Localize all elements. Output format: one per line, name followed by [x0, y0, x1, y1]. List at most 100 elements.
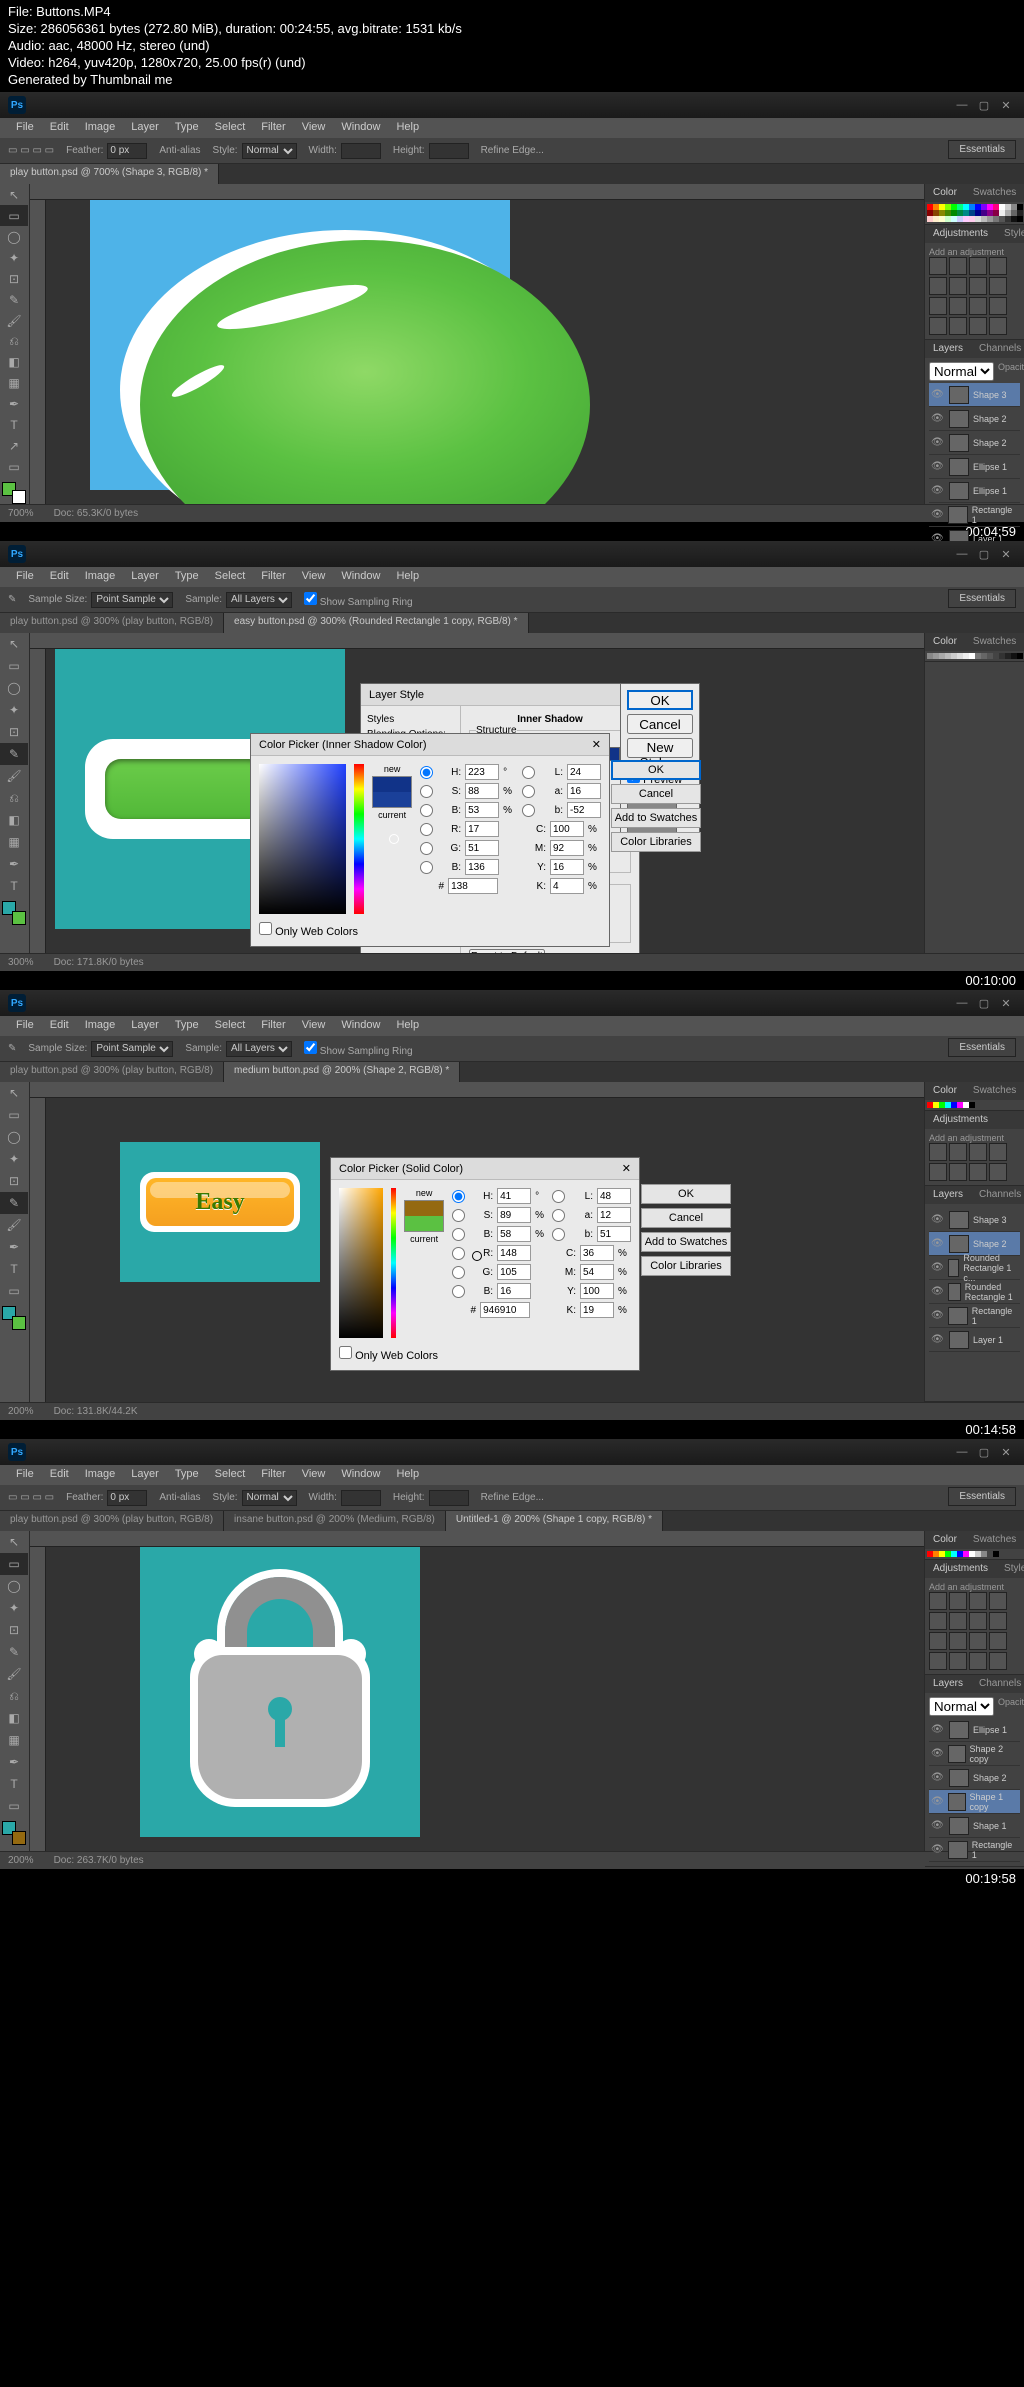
pen-tool-icon[interactable]: ✒ [0, 1236, 28, 1258]
text-tool-icon[interactable]: T [0, 875, 28, 897]
marquee-tool-icon[interactable]: ▭ [0, 205, 28, 226]
color-libraries-button[interactable]: Color Libraries [611, 832, 701, 852]
gradient-tool-icon[interactable]: ▦ [0, 1729, 28, 1751]
menu-window[interactable]: Window [333, 118, 388, 138]
style-select[interactable]: Normal [242, 143, 297, 159]
visibility-icon[interactable]: 👁 [931, 1820, 945, 1831]
brush-tool-icon[interactable]: 🖌 [0, 310, 28, 331]
layer-row[interactable]: 👁Shape 1 [929, 1814, 1020, 1838]
clone-tool-icon[interactable]: ⎌ [0, 1685, 28, 1707]
swatches-tab[interactable]: Swatches [965, 184, 1024, 202]
layer-row[interactable]: 👁Rounded Rectangle 1 [929, 1280, 1020, 1304]
menu-select[interactable]: Select [207, 1016, 254, 1036]
a-input[interactable] [567, 783, 601, 799]
lasso-tool-icon[interactable]: ◯ [0, 1575, 28, 1597]
k-input[interactable] [550, 878, 584, 894]
color-libraries-button[interactable]: Color Libraries [641, 1256, 731, 1276]
workspace-switcher[interactable]: Essentials [948, 589, 1016, 608]
text-tool-icon[interactable]: T [0, 415, 28, 436]
s-input[interactable] [465, 783, 499, 799]
canvas[interactable]: Easy Color Picker (Solid Color)✕ new cur… [30, 1082, 924, 1402]
g-radio[interactable] [452, 1266, 465, 1279]
path-tool-icon[interactable]: ↗ [0, 436, 28, 457]
channels-tab[interactable]: Channels [971, 340, 1024, 358]
tab[interactable]: play button.psd @ 300% (play button, RGB… [0, 1511, 224, 1531]
m-input[interactable] [580, 1264, 614, 1280]
layer-row[interactable]: 👁Shape 3 [929, 1208, 1020, 1232]
show-ring-check[interactable]: Show Sampling Ring [304, 592, 413, 608]
close-button[interactable]: ✕ [996, 995, 1016, 1011]
layer-row[interactable]: 👁Shape 3 [929, 383, 1020, 407]
eyedropper-tool-icon[interactable]: ✎ [0, 743, 28, 765]
swatches-tab[interactable]: Swatches [965, 1082, 1024, 1100]
close-icon[interactable]: ✕ [592, 738, 601, 751]
menu-view[interactable]: View [294, 1016, 334, 1036]
b-radio[interactable] [452, 1228, 465, 1241]
hex-input[interactable] [448, 878, 498, 894]
canvas[interactable]: Layer Style✕ Styles Blending Options: De… [30, 633, 924, 953]
width-input[interactable] [341, 1490, 381, 1506]
saturation-brightness-field[interactable] [339, 1188, 383, 1338]
b-input[interactable] [497, 1226, 531, 1242]
color-swatches[interactable] [2, 1306, 26, 1330]
visibility-icon[interactable]: 👁 [931, 1844, 944, 1855]
move-tool-icon[interactable]: ↖ [0, 184, 28, 205]
style-select[interactable]: Normal [242, 1490, 297, 1506]
background-swatch[interactable] [12, 490, 26, 504]
height-input[interactable] [429, 143, 469, 159]
g-input[interactable] [497, 1264, 531, 1280]
wand-tool-icon[interactable]: ✦ [0, 699, 28, 721]
swatches-tab[interactable]: Swatches [965, 1531, 1024, 1549]
swatches-grid[interactable] [925, 651, 1024, 661]
menu-filter[interactable]: Filter [253, 118, 293, 138]
zoom-level[interactable]: 700% [8, 508, 34, 519]
lasso-tool-icon[interactable]: ◯ [0, 1126, 28, 1148]
a-radio[interactable] [552, 1209, 565, 1222]
gradient-tool-icon[interactable]: ▦ [0, 373, 28, 394]
visibility-icon[interactable]: 👁 [931, 1772, 945, 1783]
layer-row[interactable]: 👁Shape 2 [929, 407, 1020, 431]
menu-select[interactable]: Select [207, 1465, 254, 1485]
web-only-check[interactable]: Only Web Colors [259, 926, 358, 938]
minimize-button[interactable]: — [952, 1444, 972, 1460]
h-radio[interactable] [420, 766, 433, 779]
swatches-grid[interactable] [925, 202, 1024, 224]
eraser-tool-icon[interactable]: ◧ [0, 352, 28, 373]
selection-mode-icons[interactable]: ▭ ▭ ▭ ▭ [8, 145, 54, 156]
y-input[interactable] [550, 859, 584, 875]
layer-row[interactable]: 👁Ellipse 1 [929, 479, 1020, 503]
menu-file[interactable]: File [8, 1016, 42, 1036]
blend-mode[interactable]: Normal [929, 362, 994, 381]
visibility-icon[interactable]: 👁 [931, 413, 945, 424]
menu-help[interactable]: Help [388, 567, 427, 587]
visibility-icon[interactable]: 👁 [931, 437, 945, 448]
feather-input[interactable] [107, 143, 147, 159]
menu-type[interactable]: Type [167, 118, 207, 138]
marquee-tool-icon[interactable]: ▭ [0, 1104, 28, 1126]
h-input[interactable] [497, 1188, 531, 1204]
visibility-icon[interactable]: 👁 [931, 1262, 944, 1273]
visibility-icon[interactable]: 👁 [931, 1238, 945, 1249]
styles-tab[interactable]: Styles [996, 1560, 1024, 1578]
move-tool-icon[interactable]: ↖ [0, 1531, 28, 1553]
brush-tool-icon[interactable]: 🖌 [0, 1214, 28, 1236]
brush-tool-icon[interactable]: 🖌 [0, 765, 28, 787]
blend-mode[interactable]: Normal [929, 1697, 994, 1716]
ok-button[interactable]: OK [641, 1184, 731, 1204]
crop-tool-icon[interactable]: ⊡ [0, 1619, 28, 1641]
zoom-level[interactable]: 200% [8, 1855, 34, 1866]
styles-item[interactable]: Styles [367, 712, 454, 727]
visibility-icon[interactable]: 👁 [931, 1286, 944, 1297]
visibility-icon[interactable]: 👁 [931, 509, 944, 520]
r-radio[interactable] [420, 823, 433, 836]
close-button[interactable]: ✕ [996, 97, 1016, 113]
maximize-button[interactable]: ▢ [974, 546, 994, 562]
sample-layers-select[interactable]: All Layers [226, 1041, 292, 1057]
new-style-button[interactable]: New Style... [627, 738, 693, 758]
menu-view[interactable]: View [294, 567, 334, 587]
g-radio[interactable] [420, 842, 433, 855]
b-input[interactable] [465, 802, 499, 818]
l-input[interactable] [567, 764, 601, 780]
visibility-icon[interactable]: 👁 [931, 485, 945, 496]
move-tool-icon[interactable]: ↖ [0, 1082, 28, 1104]
